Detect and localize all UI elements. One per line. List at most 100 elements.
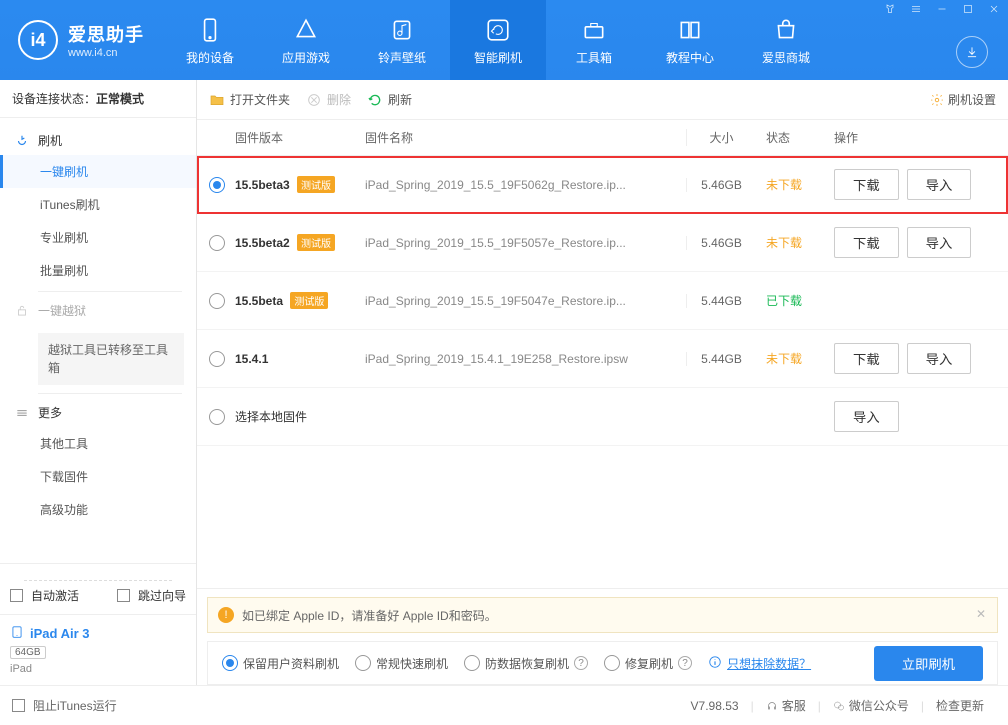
row-radio[interactable] — [209, 409, 225, 425]
mode-option[interactable]: 修复刷机? — [604, 655, 692, 672]
sidebar-bottom: 自动激活 跳过向导 — [0, 563, 196, 614]
firmware-version: 15.4.1 — [235, 352, 268, 366]
app-header: i4 爱思助手 www.i4.cn 我的设备 应用游戏 铃声壁纸 智能刷机 工具… — [0, 0, 1008, 80]
header-status: 状态 — [756, 129, 826, 146]
download-button[interactable]: 下载 — [834, 343, 899, 374]
table-row[interactable]: 15.5beta 测试版iPad_Spring_2019_15.5_19F504… — [197, 272, 1008, 330]
nav-apps[interactable]: 应用游戏 — [258, 0, 354, 80]
firmware-status: 未下载 — [756, 350, 826, 367]
notice-bar: ! 如已绑定 Apple ID，请准备好 Apple ID和密码。 ✕ — [207, 597, 998, 633]
device-status: 设备连接状态：正常模式 — [0, 80, 196, 118]
download-button[interactable] — [956, 36, 988, 68]
firmware-version: 15.5beta2 — [235, 236, 290, 250]
row-radio[interactable] — [209, 293, 225, 309]
block-itunes-checkbox[interactable] — [12, 699, 25, 712]
header-name: 固件名称 — [365, 129, 686, 146]
folder-icon — [209, 92, 225, 108]
check-update-button[interactable]: 检查更新 — [936, 697, 984, 714]
close-icon[interactable] — [984, 0, 1004, 18]
skin-icon[interactable] — [880, 0, 900, 18]
delete-button[interactable]: 删除 — [306, 91, 351, 108]
clear-data-link[interactable]: 只想抹除数据？ — [727, 655, 811, 672]
download-button[interactable]: 下载 — [834, 169, 899, 200]
table-row-local[interactable]: 选择本地固件 导入 — [197, 388, 1008, 446]
sidebar-item-batch[interactable]: 批量刷机 — [0, 254, 196, 287]
mode-radio[interactable] — [604, 655, 620, 671]
auto-activate-checkbox[interactable] — [10, 589, 23, 602]
firmware-name: iPad_Spring_2019_15.5_19F5057e_Restore.i… — [365, 236, 686, 250]
device-icon — [195, 15, 225, 45]
skip-guide-checkbox[interactable] — [117, 589, 130, 602]
settings-label: 刷机设置 — [948, 91, 996, 108]
delete-icon — [306, 92, 322, 108]
sidebar-more-header[interactable]: 更多 — [0, 398, 196, 427]
mode-option[interactable]: 防数据恢复刷机? — [464, 655, 588, 672]
sidebar-item-advanced[interactable]: 高级功能 — [0, 493, 196, 526]
info-icon — [708, 655, 722, 672]
wechat-icon — [833, 700, 845, 712]
device-name: iPad Air 3 — [30, 626, 89, 641]
flash-icon — [14, 133, 30, 149]
sidebar-item-download-fw[interactable]: 下载固件 — [0, 460, 196, 493]
main-panel: 打开文件夹 删除 刷新 刷机设置 固件版本 固件名称 大小 状态 操作 — [197, 80, 1008, 685]
import-button[interactable]: 导入 — [834, 401, 899, 432]
firmware-name: iPad_Spring_2019_15.4.1_19E258_Restore.i… — [365, 352, 686, 366]
flash-now-button[interactable]: 立即刷机 — [874, 646, 983, 681]
sidebar-item-other[interactable]: 其他工具 — [0, 427, 196, 460]
firmware-status: 未下载 — [756, 176, 826, 193]
music-icon — [387, 15, 417, 45]
import-button[interactable]: 导入 — [907, 343, 972, 374]
beta-badge: 测试版 — [297, 176, 335, 193]
close-notice-button[interactable]: ✕ — [973, 606, 989, 622]
firmware-size: 5.44GB — [686, 352, 756, 366]
maximize-icon[interactable] — [958, 0, 978, 18]
sidebar-item-itunes[interactable]: iTunes刷机 — [0, 188, 196, 221]
select-local-label: 选择本地固件 — [235, 410, 307, 424]
refresh-label: 刷新 — [388, 91, 412, 108]
support-button[interactable]: 客服 — [766, 697, 806, 714]
nav-ringtones[interactable]: 铃声壁纸 — [354, 0, 450, 80]
mode-label: 常规快速刷机 — [376, 655, 448, 672]
delete-label: 删除 — [327, 91, 351, 108]
wechat-label: 微信公众号 — [849, 697, 909, 714]
lock-icon — [14, 303, 30, 319]
open-folder-button[interactable]: 打开文件夹 — [209, 91, 290, 108]
mode-radio[interactable] — [222, 655, 238, 671]
nav-toolbox[interactable]: 工具箱 — [546, 0, 642, 80]
gear-icon — [930, 93, 944, 107]
device-card[interactable]: iPad Air 3 64GB iPad — [0, 614, 196, 685]
row-radio[interactable] — [209, 177, 225, 193]
help-icon[interactable]: ? — [574, 656, 588, 670]
nav-my-device[interactable]: 我的设备 — [162, 0, 258, 80]
import-button[interactable]: 导入 — [907, 169, 972, 200]
update-label: 检查更新 — [936, 697, 984, 714]
mode-option[interactable]: 常规快速刷机 — [355, 655, 448, 672]
flash-settings-button[interactable]: 刷机设置 — [930, 91, 996, 108]
nav-tutorials[interactable]: 教程中心 — [642, 0, 738, 80]
download-button[interactable]: 下载 — [834, 227, 899, 258]
nav-flash[interactable]: 智能刷机 — [450, 0, 546, 80]
row-radio[interactable] — [209, 235, 225, 251]
sidebar-flash-header[interactable]: 刷机 — [0, 126, 196, 155]
table-row[interactable]: 15.5beta2 测试版iPad_Spring_2019_15.5_19F50… — [197, 214, 1008, 272]
refresh-button[interactable]: 刷新 — [367, 91, 412, 108]
mode-radio[interactable] — [464, 655, 480, 671]
row-radio[interactable] — [209, 351, 225, 367]
help-icon[interactable]: ? — [678, 656, 692, 670]
sidebar-item-pro[interactable]: 专业刷机 — [0, 221, 196, 254]
table-row[interactable]: 15.4.1 iPad_Spring_2019_15.4.1_19E258_Res… — [197, 330, 1008, 388]
menu-icon[interactable] — [906, 0, 926, 18]
firmware-size: 5.46GB — [686, 236, 756, 250]
connection-label: 设备连接状态： — [12, 92, 96, 106]
firmware-table: 15.5beta3 测试版iPad_Spring_2019_15.5_19F50… — [197, 156, 1008, 446]
minimize-icon[interactable] — [932, 0, 952, 18]
mode-label: 防数据恢复刷机 — [485, 655, 569, 672]
sidebar-item-oneclick[interactable]: 一键刷机 — [0, 155, 196, 188]
skip-guide-label: 跳过向导 — [138, 587, 186, 604]
mode-option[interactable]: 保留用户资料刷机 — [222, 655, 339, 672]
table-row[interactable]: 15.5beta3 测试版iPad_Spring_2019_15.5_19F50… — [197, 156, 1008, 214]
mode-radio[interactable] — [355, 655, 371, 671]
wechat-button[interactable]: 微信公众号 — [833, 697, 909, 714]
nav-store[interactable]: 爱思商城 — [738, 0, 834, 80]
import-button[interactable]: 导入 — [907, 227, 972, 258]
